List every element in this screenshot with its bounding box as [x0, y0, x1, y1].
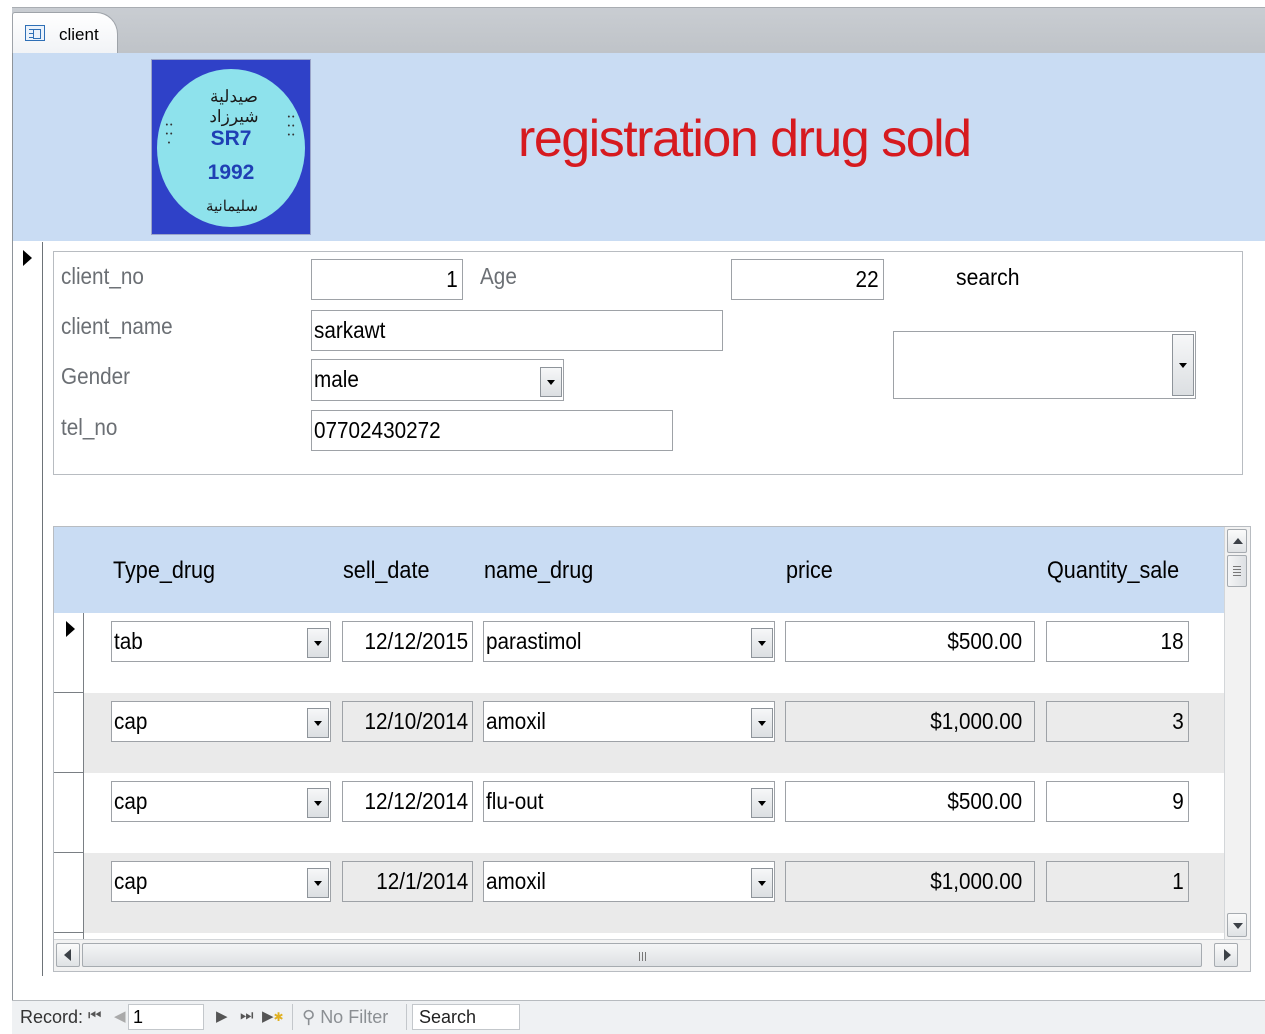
row-selector[interactable] [54, 773, 84, 853]
chevron-down-icon[interactable] [307, 868, 329, 898]
chevron-down-icon[interactable] [751, 708, 773, 738]
record-navigation-bar: Record: ⏮ ◀ 1 ▶ ⏭ ▶✱ ⚲ No Filter Search [12, 1000, 1265, 1034]
form-header: صيدلية شيرزاد • • • • • • • • • • • SR7 … [13, 53, 1265, 241]
record-selector[interactable] [13, 242, 43, 976]
age-field[interactable]: 22 [731, 259, 884, 300]
current-record-arrow-icon [66, 621, 75, 637]
row-selector[interactable] [54, 853, 84, 933]
pharmacy-logo: صيدلية شيرزاد • • • • • • • • • • • SR7 … [151, 59, 311, 235]
tel-no-field[interactable]: 07702430272 [311, 410, 673, 451]
sell-date-field[interactable]: 12/12/2015 [342, 621, 473, 662]
name-drug-combo[interactable]: flu-out [483, 781, 775, 822]
name-drug-combo[interactable]: parastimol [483, 621, 775, 662]
row-selector[interactable] [54, 693, 84, 773]
column-header-name-drug: name_drug [484, 557, 594, 584]
type-drug-combo[interactable]: tab [111, 621, 331, 662]
sell-date-field[interactable]: 12/10/2014 [342, 701, 473, 742]
table-row[interactable]: cap 12/1/2014 amoxil $1,000.00 1 [54, 853, 1226, 933]
horizontal-scrollbar[interactable] [54, 939, 1250, 971]
chevron-down-icon[interactable] [307, 628, 329, 658]
record-label: Record: [20, 1007, 84, 1027]
client-form: صيدلية شيرزاد • • • • • • • • • • • SR7 … [12, 53, 1265, 1000]
client-name-label: client_name [61, 313, 173, 339]
price-field[interactable]: $500.00 [785, 781, 1035, 822]
new-record-icon[interactable]: ▶✱ [262, 1007, 284, 1025]
divider [292, 1004, 293, 1030]
type-drug-combo[interactable]: cap [111, 701, 331, 742]
last-record-icon[interactable]: ⏭ [240, 1007, 254, 1024]
type-drug-combo[interactable]: cap [111, 861, 331, 902]
search-combo[interactable] [893, 331, 1196, 399]
table-row[interactable]: cap 12/12/2014 flu-out $500.00 9 [54, 773, 1226, 853]
chevron-down-icon[interactable] [307, 708, 329, 738]
quantity-field[interactable]: 1 [1046, 861, 1189, 902]
gender-combo[interactable]: male [311, 359, 564, 401]
scroll-thumb[interactable] [1227, 555, 1247, 587]
form-icon [25, 25, 45, 41]
price-field[interactable]: $1,000.00 [785, 701, 1035, 742]
column-header-type-drug: Type_drug [113, 557, 216, 584]
client-no-field[interactable]: 1 [311, 259, 463, 300]
price-field[interactable]: $1,000.00 [785, 861, 1035, 902]
chevron-down-icon[interactable] [1172, 334, 1194, 396]
name-drug-combo[interactable]: amoxil [483, 701, 775, 742]
scroll-down-icon[interactable] [1227, 913, 1247, 937]
gender-label: Gender [61, 363, 131, 389]
scroll-right-icon[interactable] [1214, 943, 1238, 967]
logo-circle: صيدلية شيرزاد • • • • • • • • • • • SR7 … [157, 69, 305, 227]
tab-label: client [59, 25, 99, 44]
vertical-scrollbar[interactable] [1224, 527, 1250, 939]
no-filter-button[interactable]: ⚲ No Filter [302, 1007, 388, 1028]
horizontal-scroll-thumb[interactable] [82, 943, 1202, 967]
client-name-field[interactable]: sarkawt [311, 310, 723, 351]
chevron-down-icon[interactable] [540, 367, 562, 397]
scroll-left-icon[interactable] [56, 943, 80, 967]
quantity-field[interactable]: 18 [1046, 621, 1189, 662]
column-header-price: price [786, 557, 833, 584]
first-record-icon[interactable]: ⏮ [88, 1007, 102, 1024]
chevron-down-icon[interactable] [307, 788, 329, 818]
quantity-field[interactable]: 9 [1046, 781, 1189, 822]
name-drug-combo[interactable]: amoxil [483, 861, 775, 902]
drug-sales-subform: Type_drug sell_date name_drug price Quan… [53, 526, 1251, 972]
column-header-quantity-sale: Quantity_sale [1047, 557, 1180, 584]
table-row[interactable]: cap 12/10/2014 amoxil $1,000.00 3 [54, 693, 1226, 773]
search-box[interactable]: Search [412, 1004, 520, 1030]
chevron-down-icon[interactable] [751, 788, 773, 818]
next-record-icon[interactable]: ▶ [216, 1007, 228, 1025]
tel-no-label: tel_no [61, 414, 118, 440]
record-number-input[interactable]: 1 [128, 1004, 204, 1030]
type-drug-combo[interactable]: cap [111, 781, 331, 822]
current-record-arrow-icon [23, 250, 32, 266]
subform-header: Type_drug sell_date name_drug price Quan… [54, 527, 1226, 613]
chevron-down-icon[interactable] [751, 868, 773, 898]
client-no-label: client_no [61, 263, 144, 289]
logo-year: 1992 [207, 161, 255, 184]
tab-client[interactable]: client [12, 12, 118, 54]
age-label: Age [480, 263, 517, 289]
column-header-sell-date: sell_date [343, 557, 430, 584]
row-selector[interactable] [54, 613, 84, 693]
form-title: registration drug sold [518, 110, 972, 168]
document-tab-strip: client [12, 7, 1265, 54]
previous-record-icon[interactable]: ◀ [114, 1007, 126, 1025]
table-row[interactable]: tab 12/12/2015 parastimol $500.00 18 [54, 613, 1226, 693]
divider [406, 1004, 407, 1030]
sell-date-field[interactable]: 12/1/2014 [342, 861, 473, 902]
logo-arabic-top: صيدلية شيرزاد [209, 87, 259, 127]
logo-sr7: SR7 [210, 127, 252, 150]
sell-date-field[interactable]: 12/12/2014 [342, 781, 473, 822]
chevron-down-icon[interactable] [751, 628, 773, 658]
scroll-up-icon[interactable] [1227, 529, 1247, 553]
quantity-field[interactable]: 3 [1046, 701, 1189, 742]
price-field[interactable]: $500.00 [785, 621, 1035, 662]
search-label: search [956, 264, 1020, 290]
logo-arabic-bottom: سليمانية [205, 197, 259, 215]
